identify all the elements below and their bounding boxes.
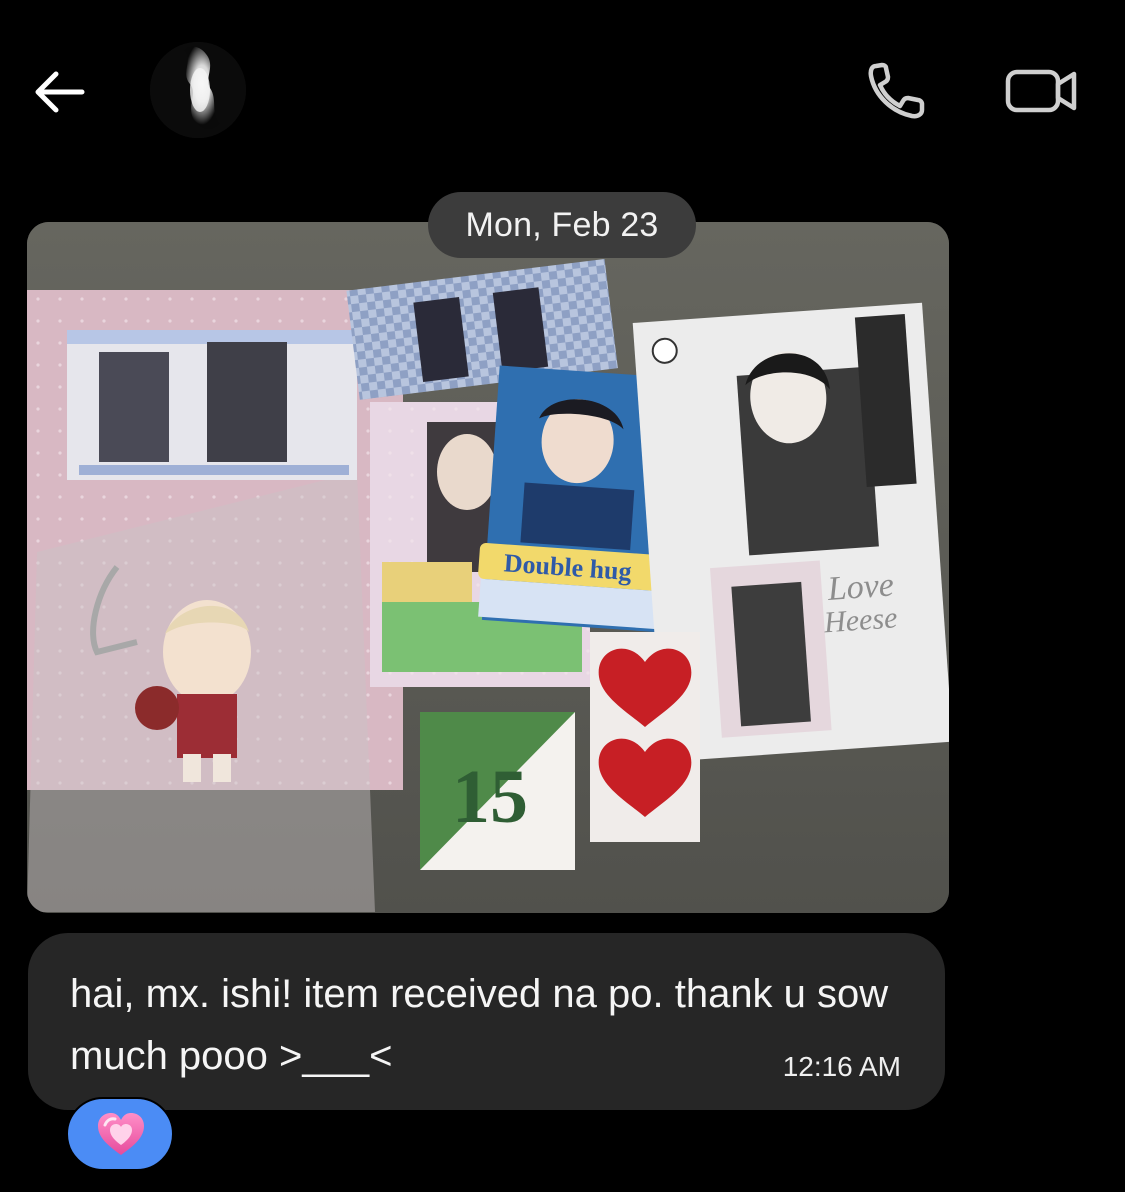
phone-icon (868, 62, 925, 119)
back-button[interactable] (28, 62, 90, 122)
photo-attachment[interactable]: Double hug Love Heese 15 (27, 222, 949, 913)
video-call-button[interactable] (1004, 62, 1080, 118)
arrow-left-icon (35, 71, 85, 113)
chat-header (0, 0, 1125, 180)
pink-heart-icon (98, 1113, 144, 1155)
profile-avatar[interactable] (150, 42, 246, 138)
message-timestamp: 12:16 AM (782, 1051, 901, 1082)
message-reaction[interactable] (66, 1097, 174, 1171)
voice-call-button[interactable] (862, 58, 932, 124)
avatar-image (150, 42, 246, 138)
date-separator: Mon, Feb 23 (428, 192, 696, 258)
message-bubble[interactable]: hai, mx. ishi! item received na po. than… (28, 933, 945, 1110)
svg-text:15: 15 (452, 755, 528, 839)
video-camera-icon (1005, 69, 1077, 113)
svg-text:Heese: Heese (822, 601, 898, 639)
photo-image: Double hug Love Heese 15 (27, 222, 949, 913)
